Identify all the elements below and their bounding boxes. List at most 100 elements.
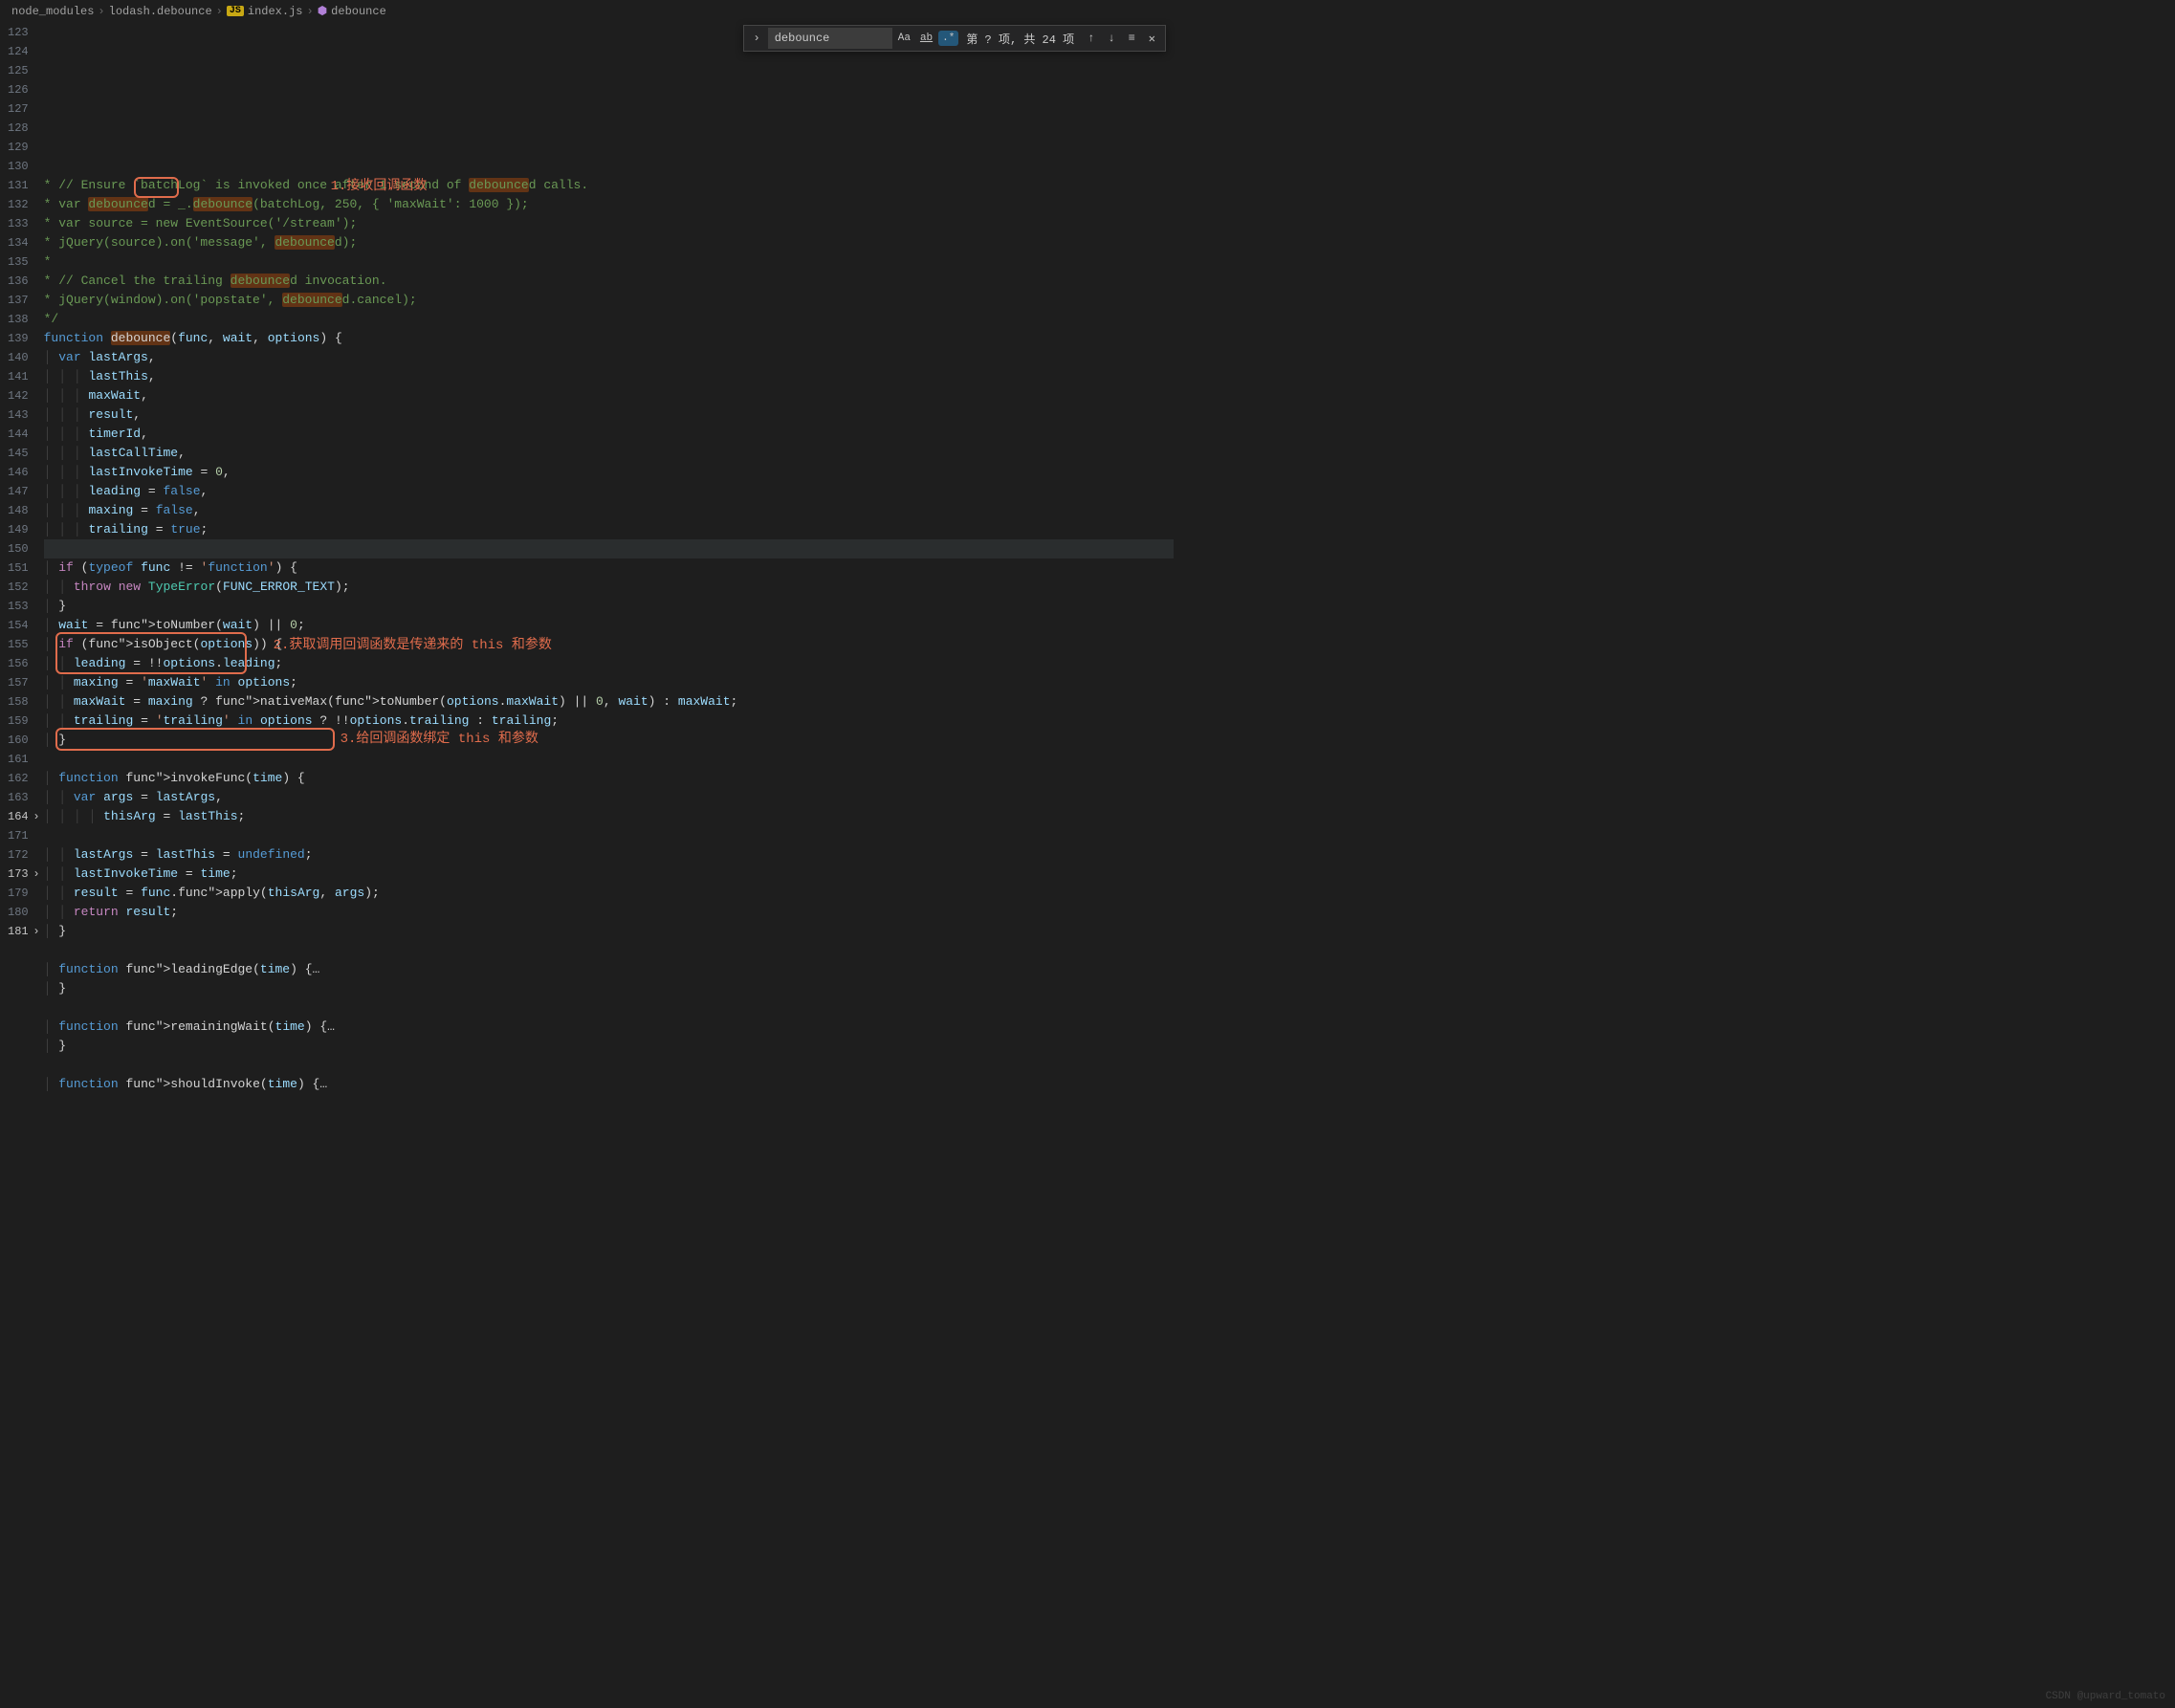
line-number: 125	[8, 61, 29, 80]
find-selection-icon[interactable]: ≡	[1123, 30, 1141, 47]
code-line[interactable]: │ │ │ lastInvokeTime = 0,	[44, 463, 1174, 482]
code-line[interactable]: │ │ maxing = 'maxWait' in options;	[44, 673, 1174, 692]
code-line[interactable]	[44, 826, 1174, 845]
line-number: 123	[8, 23, 29, 42]
find-next-icon[interactable]: ↓	[1102, 30, 1120, 47]
code-line[interactable]: │ │ var args = lastArgs,	[44, 788, 1174, 807]
breadcrumb-symbol[interactable]: debounce	[331, 5, 386, 18]
breadcrumb-seg[interactable]: lodash.debounce	[109, 5, 212, 18]
line-number: 153	[8, 597, 29, 616]
code-line[interactable]: │ │ return result;	[44, 903, 1174, 922]
code-line[interactable]	[44, 1056, 1174, 1075]
code-line[interactable]: * jQuery(window).on('popstate', debounce…	[44, 291, 1174, 310]
code-line[interactable]: │ │ throw new TypeError(FUNC_ERROR_TEXT)…	[44, 578, 1174, 597]
code-line[interactable]: │ │ result = func.func">apply(thisArg, a…	[44, 884, 1174, 903]
find-input[interactable]	[768, 28, 892, 49]
code-line[interactable]: │ }	[44, 1037, 1174, 1056]
code-line[interactable]: │ function func">remainingWait(time) {…	[44, 1018, 1174, 1037]
find-whole-word[interactable]: ab	[916, 31, 936, 46]
code-line[interactable]: │ wait = func">toNumber(wait) || 0;	[44, 616, 1174, 635]
line-number: 149	[8, 520, 29, 539]
code-line[interactable]: │ │ lastInvokeTime = time;	[44, 865, 1174, 884]
line-number: 171	[8, 826, 29, 845]
find-regex[interactable]: .*	[938, 31, 958, 46]
line-number: 150	[8, 539, 29, 558]
line-number: 124	[8, 42, 29, 61]
code-line[interactable]: │ var lastArgs,	[44, 348, 1174, 367]
line-number: 131	[8, 176, 29, 195]
code-line[interactable]: */	[44, 310, 1174, 329]
line-number: 145	[8, 444, 29, 463]
code-line[interactable]: │ │ │ │ thisArg = lastThis;	[44, 807, 1174, 826]
code-line[interactable]: │ }	[44, 922, 1174, 941]
code-line[interactable]: │ │ trailing = 'trailing' in options ? !…	[44, 712, 1174, 731]
code-line[interactable]: │ }	[44, 597, 1174, 616]
code-line[interactable]: │ │ │ timerId,	[44, 425, 1174, 444]
code-line[interactable]: │ }	[44, 731, 1174, 750]
breadcrumb-file[interactable]: index.js	[248, 5, 303, 18]
find-widget: › Aa ab .* 第 ? 项, 共 24 项 ↑ ↓ ≡ ✕	[743, 25, 1166, 52]
code-line[interactable]: │ }	[44, 979, 1174, 998]
line-number: 162	[8, 769, 29, 788]
code-editor[interactable]: 1231241251261271281291301311321331341351…	[0, 23, 1174, 924]
code-line[interactable]: │ │ │ result,	[44, 405, 1174, 425]
line-number-gutter: 1231241251261271281291301311321331341351…	[0, 23, 44, 924]
line-number: 181	[8, 922, 29, 941]
code-line[interactable]: │ if (typeof func != 'function') {	[44, 558, 1174, 578]
line-number: 164	[8, 807, 29, 826]
code-line[interactable]: │ │ maxWait = maxing ? func">nativeMax(f…	[44, 692, 1174, 712]
code-line[interactable]: │ │ │ trailing = true;	[44, 520, 1174, 539]
code-line[interactable]: * jQuery(source).on('message', debounced…	[44, 233, 1174, 252]
code-line[interactable]: │ function func">shouldInvoke(time) {…	[44, 1075, 1174, 1094]
code-area[interactable]: 1.接收回调函数 2.获取调用回调函数是传递来的 this 和参数 3.给回调函…	[44, 23, 1174, 924]
code-line[interactable]: │ │ │ lastThis,	[44, 367, 1174, 386]
code-line[interactable]: * // Ensure `batchLog` is invoked once a…	[44, 176, 1174, 195]
code-line[interactable]: function debounce(func, wait, options) {	[44, 329, 1174, 348]
line-number: 139	[8, 329, 29, 348]
chevron-right-icon: ›	[98, 5, 104, 18]
chevron-right-icon: ›	[306, 5, 313, 18]
code-line[interactable]: * var source = new EventSource('/stream'…	[44, 214, 1174, 233]
code-line[interactable]: │ │ leading = !!options.leading;	[44, 654, 1174, 673]
code-line[interactable]	[44, 941, 1174, 960]
code-line[interactable]: │ │ │ maxing = false,	[44, 501, 1174, 520]
code-line[interactable]: │ │ │ maxWait,	[44, 386, 1174, 405]
breadcrumb-seg[interactable]: node_modules	[11, 5, 94, 18]
code-line[interactable]: │ │ │ lastCallTime,	[44, 444, 1174, 463]
find-close-icon[interactable]: ✕	[1143, 30, 1161, 48]
watermark: CSDN @upward_tomato	[2046, 1691, 2165, 1702]
line-number: 140	[8, 348, 29, 367]
code-line[interactable]	[44, 998, 1174, 1018]
line-number: 159	[8, 712, 29, 731]
code-line[interactable]: │ function func">leadingEdge(time) {…	[44, 960, 1174, 979]
line-number: 152	[8, 578, 29, 597]
code-line[interactable]: │ function func">invokeFunc(time) {	[44, 769, 1174, 788]
line-number: 133	[8, 214, 29, 233]
line-number: 144	[8, 425, 29, 444]
line-number: 163	[8, 788, 29, 807]
line-number: 172	[8, 845, 29, 865]
code-line[interactable]	[44, 750, 1174, 769]
code-line[interactable]: * // Cancel the trailing debounced invoc…	[44, 272, 1174, 291]
line-number: 157	[8, 673, 29, 692]
code-line[interactable]	[44, 539, 1174, 558]
code-line[interactable]: │ │ lastArgs = lastThis = undefined;	[44, 845, 1174, 865]
find-toggle-replace[interactable]: ›	[748, 30, 766, 47]
line-number: 180	[8, 903, 29, 922]
code-line[interactable]: *	[44, 252, 1174, 272]
line-number: 127	[8, 99, 29, 119]
line-number: 155	[8, 635, 29, 654]
line-number: 151	[8, 558, 29, 578]
code-line[interactable]: │ │ │ leading = false,	[44, 482, 1174, 501]
line-number: 134	[8, 233, 29, 252]
code-line[interactable]: │ if (func">isObject(options)) {	[44, 635, 1174, 654]
line-number: 154	[8, 616, 29, 635]
line-number: 160	[8, 731, 29, 750]
line-number: 138	[8, 310, 29, 329]
code-line[interactable]: * var debounced = _.debounce(batchLog, 2…	[44, 195, 1174, 214]
breadcrumb: node_modules › lodash.debounce › JS inde…	[0, 0, 1174, 23]
line-number: 161	[8, 750, 29, 769]
find-prev-icon[interactable]: ↑	[1082, 30, 1100, 47]
find-match-case[interactable]: Aa	[894, 31, 914, 46]
line-number: 143	[8, 405, 29, 425]
